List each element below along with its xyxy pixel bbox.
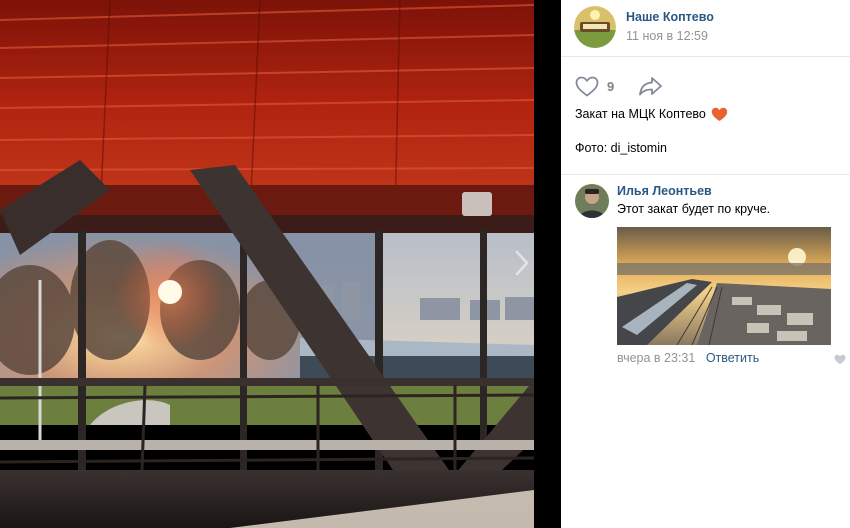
heart-icon	[575, 76, 599, 96]
reply-button[interactable]: Ответить	[706, 351, 759, 365]
post-photo[interactable]	[0, 0, 534, 528]
viewer-separator	[534, 0, 561, 528]
chevron-right-icon	[515, 250, 529, 276]
photo-viewer[interactable]	[0, 0, 534, 528]
comment-like-button[interactable]	[834, 353, 846, 368]
post-caption: Закат на МЦК Коптево	[575, 107, 706, 121]
next-photo-button[interactable]	[508, 248, 534, 278]
like-button[interactable]: 9	[575, 76, 614, 97]
comment-item: Илья Леонтьев Этот закат будет по круче.	[575, 182, 847, 372]
post-header: Наше Коптево 11 ноя в 12:59	[561, 0, 850, 57]
group-avatar[interactable]	[574, 6, 616, 48]
divider	[561, 174, 850, 175]
post-side-panel: Наше Коптево 11 ноя в 12:59 9 Закат на М…	[561, 0, 850, 528]
comment-meta: вчера в 23:31 Ответить	[617, 351, 759, 365]
comment-time[interactable]: вчера в 23:31	[617, 351, 695, 365]
comment-attached-photo[interactable]	[617, 227, 831, 345]
post-text: Закат на МЦК Коптево Фото: di_istomin	[575, 106, 837, 157]
heart-icon	[834, 354, 846, 365]
comment-author-link[interactable]: Илья Леонтьев	[617, 184, 712, 198]
comment-text: Этот закат будет по круче.	[617, 202, 771, 216]
share-button[interactable]	[638, 76, 663, 96]
like-count: 9	[607, 78, 615, 94]
post-date[interactable]: 11 ноя в 12:59	[626, 29, 708, 43]
comment-author-avatar[interactable]	[575, 184, 609, 218]
photo-credit: Фото: di_istomin	[575, 141, 667, 155]
heart-emoji-icon	[711, 107, 728, 122]
group-name-link[interactable]: Наше Коптево	[626, 10, 714, 24]
share-icon	[639, 77, 663, 96]
post-actions: 9	[575, 75, 663, 97]
